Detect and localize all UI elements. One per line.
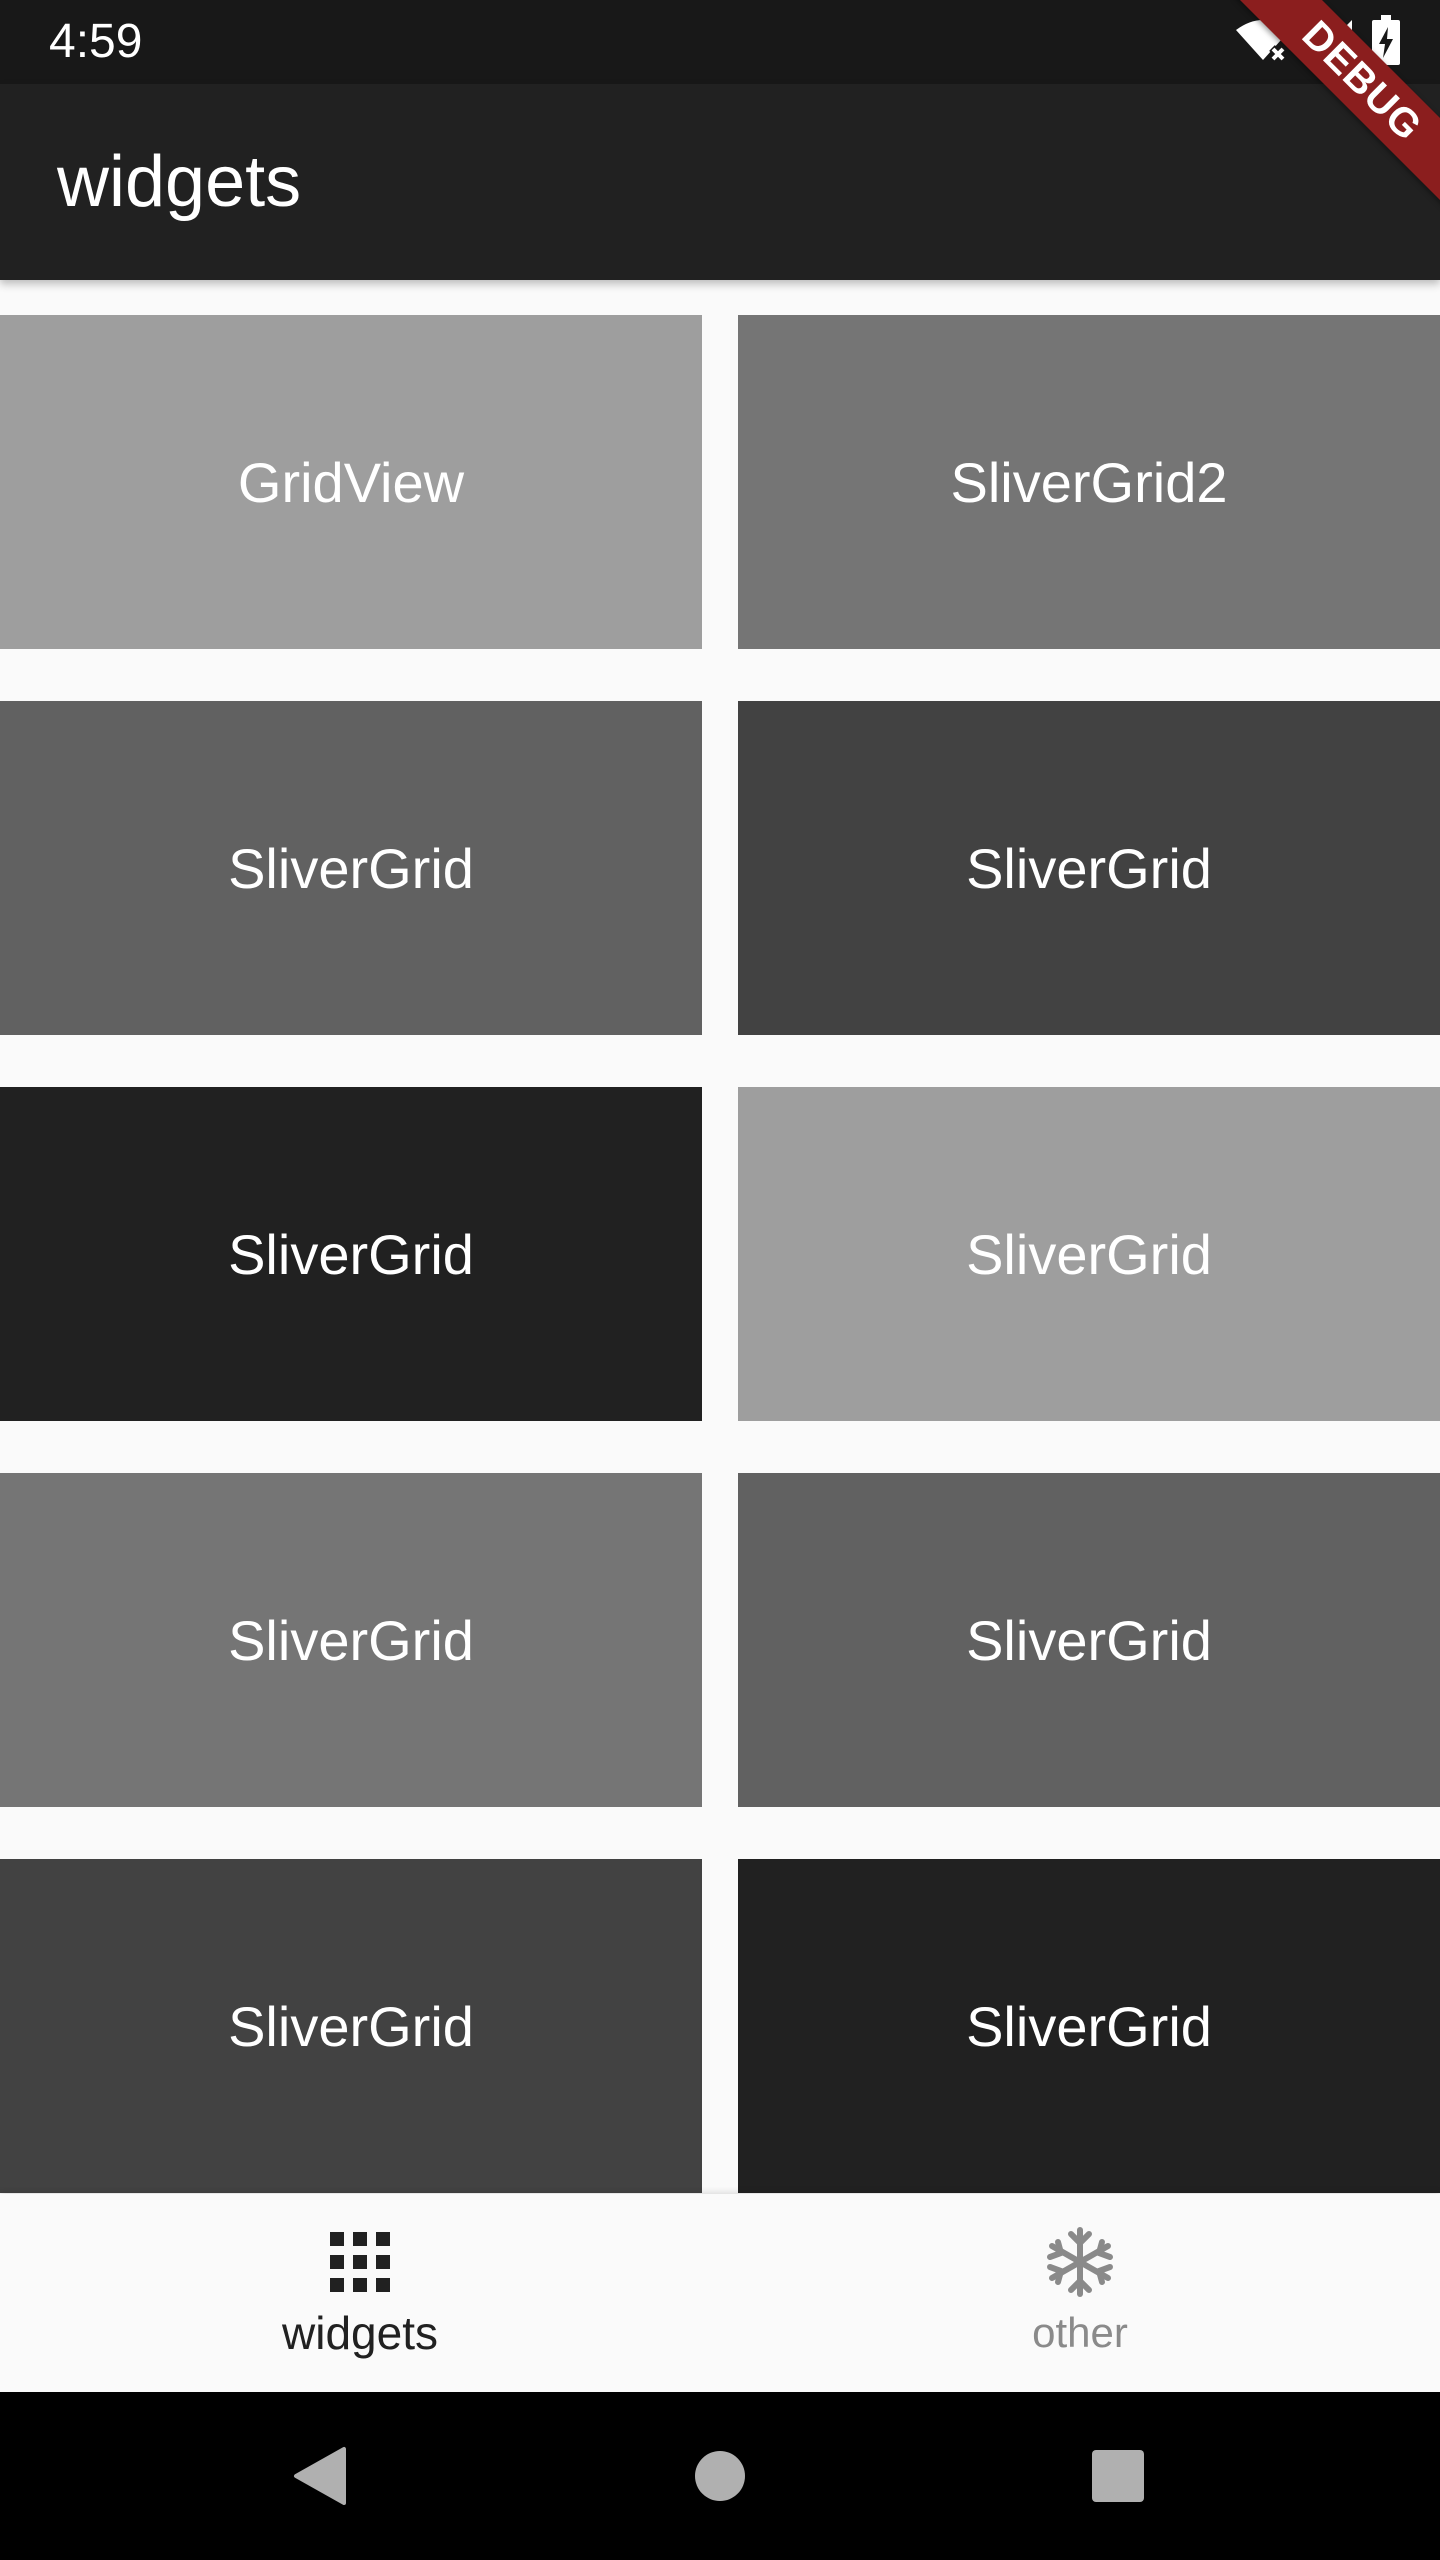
grid-tile[interactable]: GridView [0,315,702,649]
app-screen: 4:59 widgets DEBUG GridView SliverGrid2 … [0,0,1440,2560]
status-time: 4:59 [49,15,143,68]
grid-tile-label: SliverGrid [228,1994,474,2058]
system-navigation-bar [0,2392,1440,2560]
back-icon [294,2447,346,2505]
signal-icon [1310,18,1354,67]
apps-grid-icon [324,2226,396,2298]
grid-tile[interactable]: SliverGrid2 [738,315,1440,649]
grid-tile-label: GridView [237,450,465,514]
grid-tile-label: SliverGrid [966,1994,1212,2058]
bottom-navigation: widgets other [0,2194,1440,2392]
grid-tile-label: SliverGrid [966,836,1212,900]
recents-button[interactable] [1038,2392,1198,2560]
grid-tile[interactable]: SliverGrid [0,1859,702,2193]
nav-item-other[interactable]: other [720,2194,1440,2392]
grid-tile-label: SliverGrid2 [950,450,1228,514]
recents-icon [1092,2450,1144,2502]
grid-tile[interactable]: SliverGrid [738,1859,1440,2193]
status-icons [1234,14,1400,70]
grid-view[interactable]: GridView SliverGrid2 SliverGrid SliverGr… [0,280,1440,2194]
home-icon [695,2451,745,2501]
grid-tile[interactable]: SliverGrid [738,1473,1440,1807]
grid-tile[interactable]: SliverGrid [738,1087,1440,1421]
battery-charging-icon [1372,14,1400,70]
snowflake-icon [1044,2226,1116,2298]
grid-tile[interactable]: SliverGrid [0,1473,702,1807]
status-bar: 4:59 [0,0,1440,84]
grid-tile-label: SliverGrid [966,1222,1212,1286]
nav-item-widgets[interactable]: widgets [0,2194,720,2392]
nav-label-other: other [1032,2309,1128,2356]
app-title: widgets [57,142,302,222]
grid-tile-label: SliverGrid [228,1222,474,1286]
nav-label-widgets: widgets [282,2307,438,2359]
grid-tile-label: SliverGrid [966,1608,1212,1672]
grid-tile-label: SliverGrid [228,836,474,900]
grid-tile-label: SliverGrid [228,1608,474,1672]
grid-tile[interactable]: SliverGrid [0,701,702,1035]
wifi-off-icon [1234,18,1292,67]
back-button[interactable] [240,2392,400,2560]
app-bar: widgets [0,84,1440,280]
home-button[interactable] [640,2392,800,2560]
grid-tile[interactable]: SliverGrid [738,701,1440,1035]
grid-tile[interactable]: SliverGrid [0,1087,702,1421]
